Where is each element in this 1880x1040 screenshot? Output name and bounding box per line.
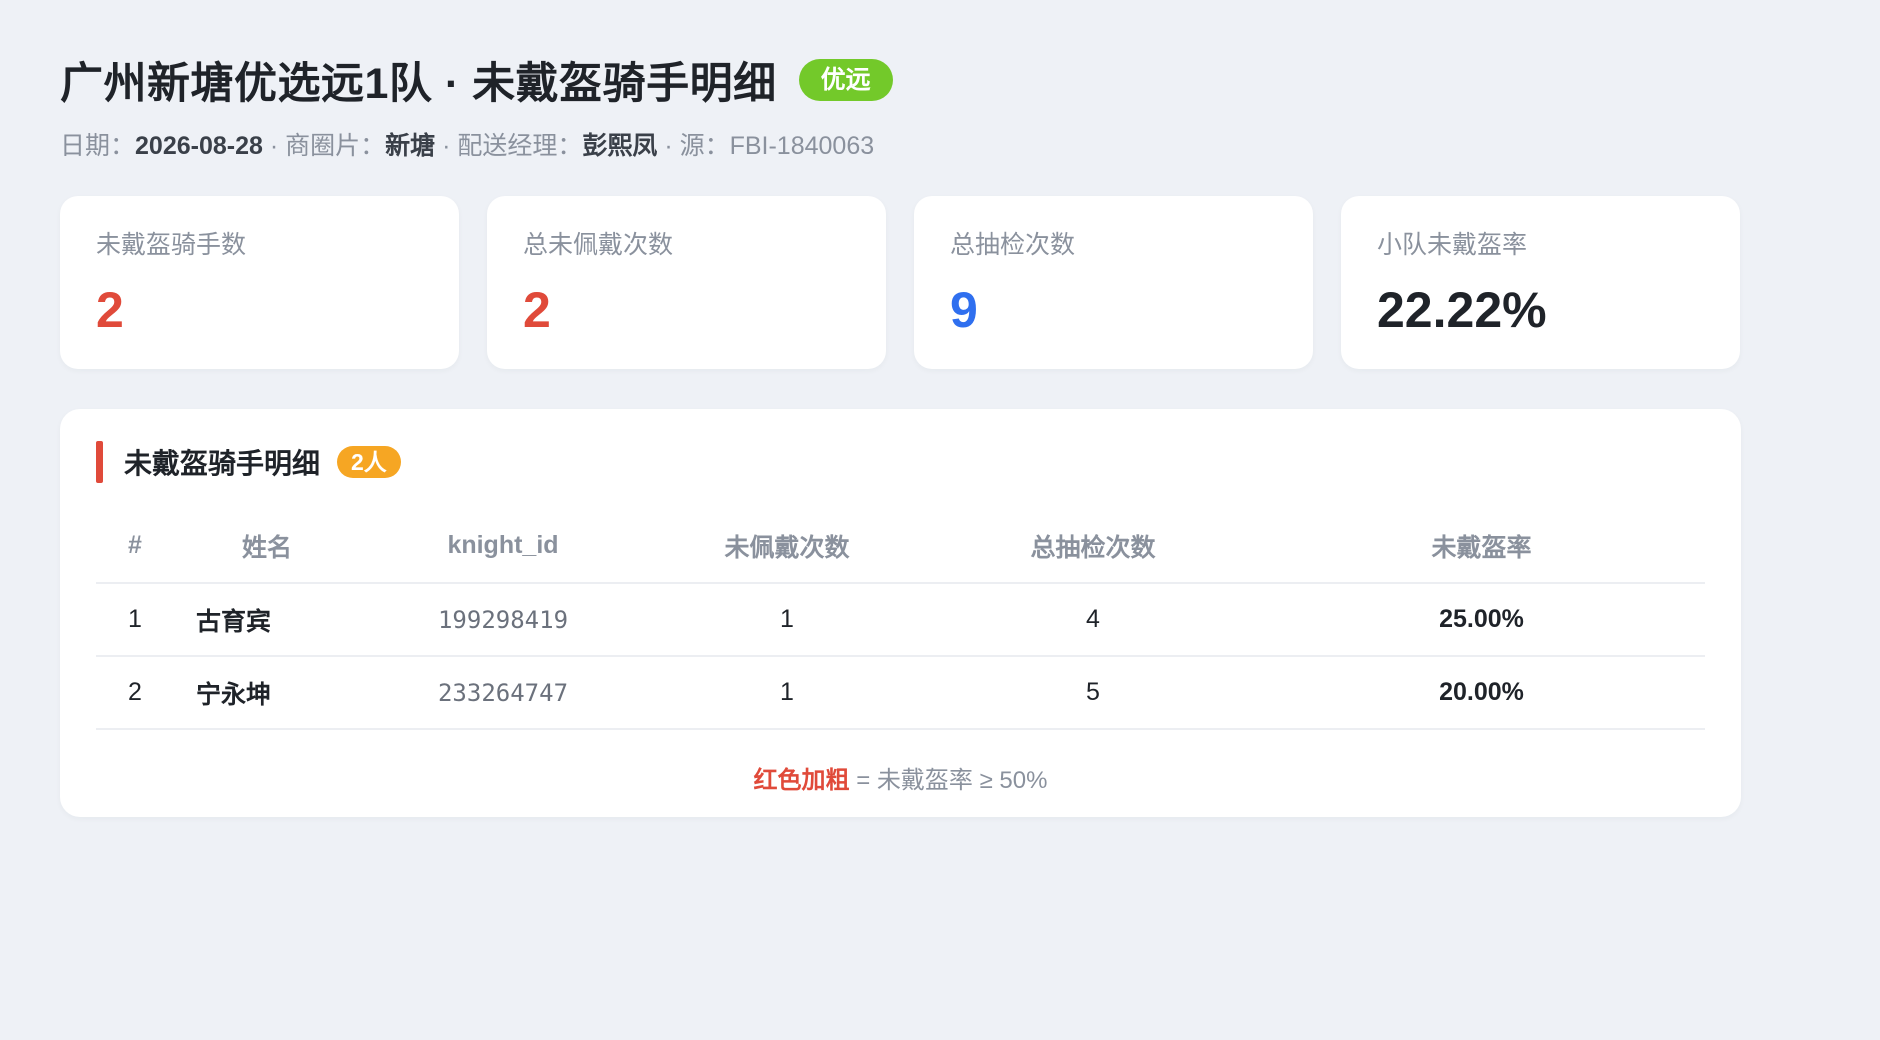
legend-text: = 未戴盔率 ≥ 50% bbox=[849, 767, 1048, 794]
accent-bar bbox=[96, 441, 103, 483]
row-index: 1 bbox=[96, 583, 174, 657]
col-header-index[interactable]: # bbox=[96, 509, 174, 584]
manager-label: · 配送经理： bbox=[435, 132, 583, 160]
date-label: 日期： bbox=[60, 132, 136, 160]
source-label: · 源：FBI-1840063 bbox=[657, 132, 875, 160]
no-helmet-rate: 20.00% bbox=[1258, 656, 1705, 730]
stats-row: 未戴盔骑手数 2 总未佩戴次数 2 总抽检次数 9 小队未戴盔率 22.22% bbox=[60, 196, 1820, 369]
row-index: 2 bbox=[96, 656, 174, 730]
stat-card-missed: 总未佩戴次数 2 bbox=[487, 196, 886, 369]
page: 广州新塘优选远1队 · 未戴盔骑手明细 优远 日期：2026-08-28 · 商… bbox=[0, 0, 1880, 817]
stat-card-riders: 未戴盔骑手数 2 bbox=[60, 196, 459, 369]
manager-value: 彭熙凤 bbox=[582, 132, 658, 160]
stat-label: 小队未戴盔率 bbox=[1377, 231, 1528, 259]
knight-id: 199298419 bbox=[360, 583, 646, 657]
legend-footnote: 红色加粗 = 未戴盔率 ≥ 50% bbox=[96, 760, 1705, 795]
stat-label: 未戴盔骑手数 bbox=[96, 231, 247, 259]
stat-value: 2 bbox=[523, 282, 551, 338]
rider-name: 古育宾 bbox=[174, 583, 360, 657]
stat-label: 总抽检次数 bbox=[950, 231, 1076, 259]
table-header-row: # 姓名 knight_id 未佩戴次数 总抽检次数 未戴盔率 bbox=[96, 509, 1705, 584]
stat-value: 22.22% bbox=[1377, 282, 1547, 338]
area-label: · 商圈片： bbox=[262, 132, 386, 160]
title-row: 广州新塘优选远1队 · 未戴盔骑手明细 优远 bbox=[60, 52, 1820, 108]
knight-id: 233264747 bbox=[360, 656, 646, 730]
area-value: 新塘 bbox=[385, 132, 436, 160]
check-count: 4 bbox=[928, 583, 1258, 657]
stat-value: 9 bbox=[950, 282, 978, 338]
col-header-name[interactable]: 姓名 bbox=[174, 509, 360, 584]
legend-highlight: 红色加粗 bbox=[753, 767, 850, 794]
rider-name: 宁永坤 bbox=[174, 656, 360, 730]
detail-panel: 未戴盔骑手明细 2人 # 姓名 knight_id 未佩戴次数 总抽检次数 未戴… bbox=[60, 409, 1741, 817]
check-count: 5 bbox=[928, 656, 1258, 730]
page-subtitle: 日期：2026-08-28 · 商圈片：新塘 · 配送经理：彭熙凤 · 源：FB… bbox=[60, 130, 1820, 162]
count-badge: 2人 bbox=[337, 446, 401, 478]
col-header-missed[interactable]: 未佩戴次数 bbox=[646, 509, 928, 584]
panel-title: 未戴盔骑手明细 bbox=[124, 448, 321, 479]
missed-count: 1 bbox=[646, 583, 928, 657]
page-title: 广州新塘优选远1队 · 未戴盔骑手明细 bbox=[60, 60, 777, 108]
stat-card-rate: 小队未戴盔率 22.22% bbox=[1341, 196, 1740, 369]
table-row[interactable]: 2 宁永坤 233264747 1 5 20.00% bbox=[96, 656, 1705, 730]
col-header-checks[interactable]: 总抽检次数 bbox=[928, 509, 1258, 584]
stat-value: 2 bbox=[96, 282, 124, 338]
missed-count: 1 bbox=[646, 656, 928, 730]
team-tag-badge: 优远 bbox=[798, 59, 893, 101]
stat-card-checks: 总抽检次数 9 bbox=[914, 196, 1313, 369]
date-value: 2026-08-28 bbox=[135, 132, 263, 160]
no-helmet-rate: 25.00% bbox=[1258, 583, 1705, 657]
col-header-rate[interactable]: 未戴盔率 bbox=[1258, 509, 1705, 584]
panel-header: 未戴盔骑手明细 2人 bbox=[96, 441, 1705, 483]
table-row[interactable]: 1 古育宾 199298419 1 4 25.00% bbox=[96, 583, 1705, 657]
riders-table: # 姓名 knight_id 未佩戴次数 总抽检次数 未戴盔率 1 古育宾 19… bbox=[96, 509, 1705, 730]
col-header-knight-id[interactable]: knight_id bbox=[360, 509, 646, 584]
stat-label: 总未佩戴次数 bbox=[523, 231, 674, 259]
